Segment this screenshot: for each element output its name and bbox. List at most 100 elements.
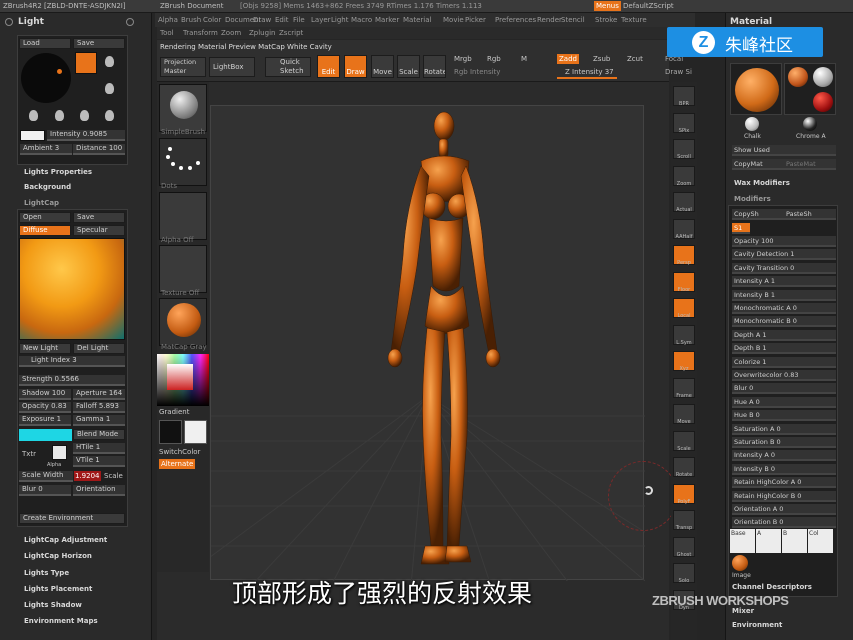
modifier-slider[interactable]: Retain HighColor A 0 xyxy=(732,477,836,489)
menu-render[interactable]: Render xyxy=(537,15,562,25)
menu-stencil[interactable]: Stencil xyxy=(561,15,585,25)
modifier-slider[interactable]: Saturation A 0 xyxy=(732,423,836,435)
channel-base-button[interactable]: Base xyxy=(730,529,755,553)
light-bulb-icon[interactable] xyxy=(105,56,114,67)
switch-color-button[interactable]: SwitchColor xyxy=(159,447,200,457)
falloff-slider[interactable]: Falloff 5.893 xyxy=(73,402,125,413)
light-position-dot[interactable] xyxy=(57,69,62,74)
light-bulb-icon[interactable] xyxy=(105,110,114,121)
strength-slider[interactable]: Strength 0.5566 xyxy=(19,375,125,386)
shader-s1-button[interactable]: S1 xyxy=(732,223,750,234)
zcut-toggle[interactable]: Zcut xyxy=(627,54,643,64)
lights-shadow-section[interactable]: Lights Shadow xyxy=(24,601,82,609)
image-thumbnail[interactable] xyxy=(732,555,748,571)
channel-descriptors-section[interactable]: Channel Descriptors xyxy=(732,583,812,591)
tool-ghost[interactable]: Ghost xyxy=(673,536,695,558)
modifier-slider[interactable]: Intensity B 1 xyxy=(732,289,836,301)
channel-b-button[interactable]: B xyxy=(782,529,807,553)
robot-figure-model[interactable] xyxy=(351,106,551,576)
tool-polyf[interactable]: PolyF xyxy=(673,483,695,505)
lightcap-color-swatch[interactable] xyxy=(19,429,72,441)
move-button[interactable]: Move xyxy=(371,55,394,78)
menu-alpha[interactable]: Alpha xyxy=(158,15,178,25)
lights-placement-section[interactable]: Lights Placement xyxy=(24,585,92,593)
tool-xyz[interactable]: Xyz xyxy=(673,351,695,372)
modifier-slider[interactable]: Monochromatic A 0 xyxy=(732,303,836,314)
rotate-button[interactable]: Rotate xyxy=(423,55,446,78)
lights-type-section[interactable]: Lights Type xyxy=(24,569,69,577)
light-intensity-slider[interactable]: Intensity 0.9085 xyxy=(47,130,125,141)
lightcap-horizon-section[interactable]: LightCap Horizon xyxy=(24,552,92,560)
htile-slider[interactable]: HTile 1 xyxy=(73,443,125,454)
zsub-toggle[interactable]: Zsub xyxy=(593,54,610,64)
channel-a-button[interactable]: A xyxy=(756,529,781,553)
texture-thumbnail[interactable] xyxy=(159,245,207,293)
alpha-thumbnail[interactable] xyxy=(52,445,67,460)
edit-button[interactable]: Edit xyxy=(317,55,340,78)
light-bulb-icon[interactable] xyxy=(105,83,114,94)
modifier-slider[interactable]: Depth A 1 xyxy=(732,329,836,341)
modifier-slider[interactable]: Orientation B 0 xyxy=(732,517,836,529)
red-wax-swatch[interactable] xyxy=(813,92,833,112)
main-color-swatch[interactable] xyxy=(159,420,182,444)
tool-persp[interactable]: Persp xyxy=(673,245,695,266)
light-bulb-icon[interactable] xyxy=(29,110,38,121)
aperture-slider[interactable]: Aperture 164 xyxy=(73,389,125,400)
menu-file[interactable]: File xyxy=(293,15,305,25)
new-light-button[interactable]: New Light xyxy=(19,343,71,354)
document-canvas[interactable] xyxy=(170,105,732,587)
menu-tool[interactable]: Tool xyxy=(160,28,174,38)
gamma-slider[interactable]: Gamma 1 xyxy=(73,415,125,426)
rotation-gizmo[interactable] xyxy=(608,461,678,531)
tool-frame[interactable]: Frame xyxy=(673,377,695,399)
projection-master-button[interactable]: Projection Master xyxy=(160,57,206,77)
create-environment-button[interactable]: Create Environment xyxy=(19,513,125,524)
menu-texture[interactable]: Texture xyxy=(621,15,647,25)
matcap-white-swatch[interactable] xyxy=(813,67,833,87)
tool-floor[interactable]: Floor xyxy=(673,271,695,293)
scale-width-value[interactable]: 1.9204 xyxy=(74,471,101,481)
scale-height-label[interactable]: Scale xyxy=(104,471,123,481)
menu-macro[interactable]: Macro xyxy=(351,15,372,25)
material-thumbnail[interactable] xyxy=(159,298,207,346)
modifier-slider[interactable]: Hue A 0 xyxy=(732,396,836,408)
copy-mat-button[interactable]: CopyMat xyxy=(732,159,784,170)
zadd-toggle[interactable]: Zadd xyxy=(557,54,579,64)
menu-zplugin[interactable]: Zplugin xyxy=(249,28,275,38)
paste-shader-button[interactable]: PasteSh xyxy=(784,209,836,220)
menu-light[interactable]: Light xyxy=(331,15,348,25)
blur-slider[interactable]: Blur 0 xyxy=(19,485,71,496)
lightcap-preview-sphere[interactable] xyxy=(19,238,125,340)
environment-maps-section[interactable]: Environment Maps xyxy=(24,617,98,625)
secondary-color-swatch[interactable] xyxy=(184,420,207,444)
quick-sketch-button[interactable]: Quick Sketch xyxy=(265,57,311,77)
modifier-slider[interactable]: Intensity A 0 xyxy=(732,450,836,462)
lightcap-section[interactable]: LightCap xyxy=(24,199,59,207)
gradient-label[interactable]: Gradient xyxy=(159,407,189,417)
active-material-thumbnail[interactable] xyxy=(730,63,782,115)
light-bulb-icon[interactable] xyxy=(80,110,89,121)
modifier-slider[interactable]: Retain HighColor B 0 xyxy=(732,490,836,502)
menu-stroke[interactable]: Stroke xyxy=(595,15,617,25)
lights-properties-section[interactable]: Lights Properties xyxy=(24,168,92,176)
mrgb-toggle[interactable]: Mrgb xyxy=(454,54,472,64)
light-placement-sphere[interactable] xyxy=(21,53,71,103)
tool-aahalf[interactable]: AAHalf xyxy=(673,218,695,240)
vtile-slider[interactable]: VTile 1 xyxy=(73,456,125,467)
tool-rotate[interactable]: Rotate xyxy=(673,457,695,478)
modifier-slider[interactable]: Orientation A 0 xyxy=(732,504,836,515)
modifier-slider[interactable]: Blur 0 xyxy=(732,383,836,395)
draw-size-slider[interactable]: Draw Si xyxy=(665,67,692,77)
modifier-slider[interactable]: Saturation B 0 xyxy=(732,437,836,448)
menu-layer[interactable]: Layer xyxy=(311,15,331,25)
tool-zoom[interactable]: Zoom xyxy=(673,165,695,187)
modifier-slider[interactable]: Hue B 0 xyxy=(732,410,836,422)
tool-solo[interactable]: Solo xyxy=(673,563,695,584)
menu-transform[interactable]: Transform xyxy=(183,28,218,38)
menu-material[interactable]: Material xyxy=(403,15,431,25)
menu-marker[interactable]: Marker xyxy=(375,15,399,25)
color-square[interactable] xyxy=(167,364,193,390)
default-zscript[interactable]: DefaultZScript xyxy=(623,1,674,11)
tool-scale[interactable]: Scale xyxy=(673,430,695,452)
tool-l-sym[interactable]: L.Sym xyxy=(673,324,695,346)
